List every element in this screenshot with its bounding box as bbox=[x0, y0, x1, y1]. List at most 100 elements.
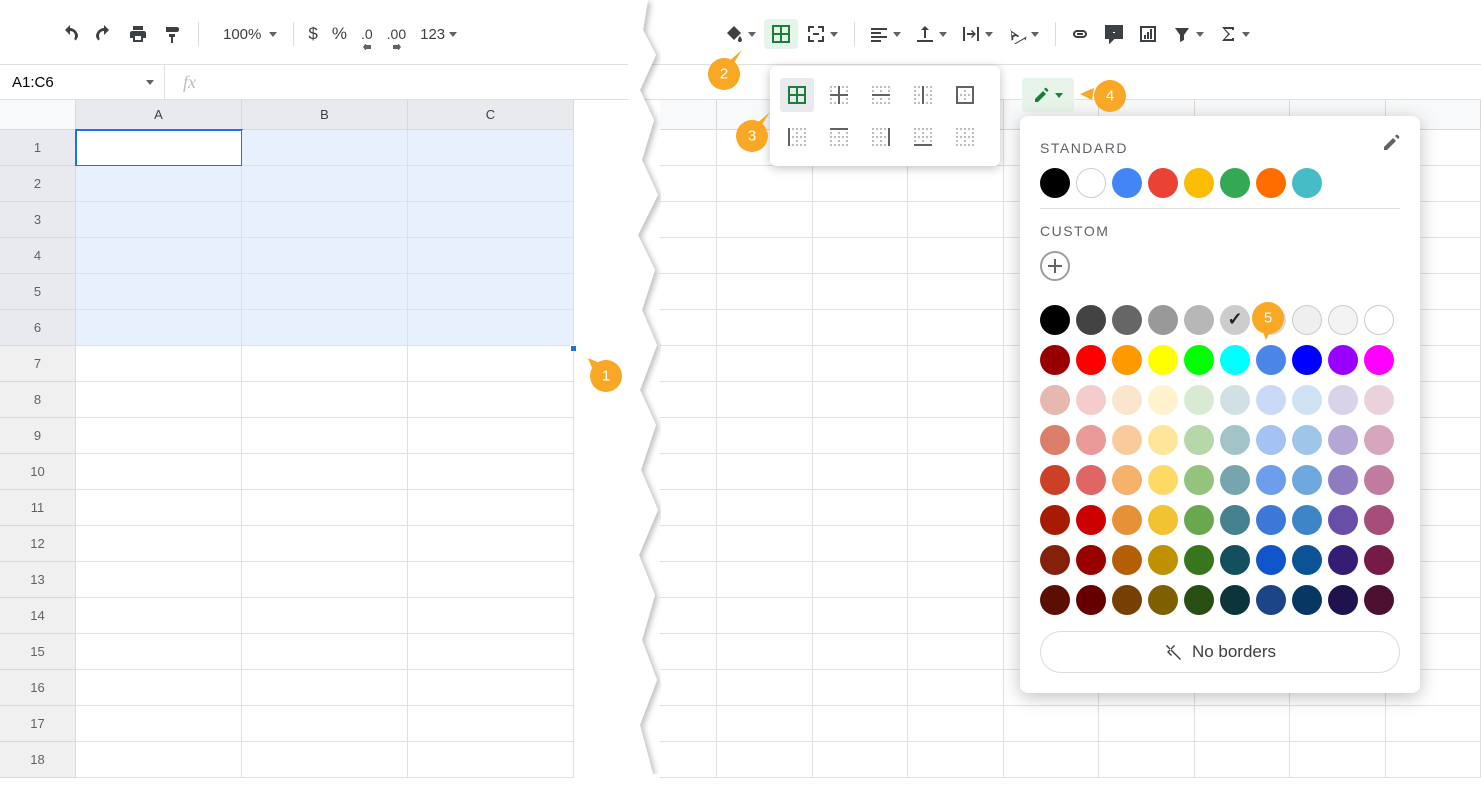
currency-button[interactable]: $ bbox=[302, 19, 323, 49]
cell[interactable] bbox=[813, 310, 908, 346]
cell[interactable] bbox=[1195, 742, 1290, 778]
color-swatch[interactable] bbox=[1112, 385, 1142, 415]
border-all-button[interactable] bbox=[780, 78, 814, 112]
cell[interactable] bbox=[908, 238, 1003, 274]
fill-color-button[interactable] bbox=[718, 19, 762, 49]
color-swatch[interactable] bbox=[1040, 465, 1070, 495]
color-swatch[interactable] bbox=[1292, 168, 1322, 198]
color-swatch[interactable] bbox=[1040, 585, 1070, 615]
cell[interactable] bbox=[717, 490, 812, 526]
percent-button[interactable]: % bbox=[326, 19, 353, 49]
cell[interactable] bbox=[813, 202, 908, 238]
color-swatch[interactable] bbox=[1364, 545, 1394, 575]
cell[interactable] bbox=[660, 454, 717, 490]
color-swatch[interactable] bbox=[1148, 168, 1178, 198]
cell[interactable] bbox=[660, 310, 717, 346]
cell[interactable] bbox=[717, 706, 812, 742]
color-swatch[interactable] bbox=[1040, 345, 1070, 375]
cell[interactable] bbox=[660, 670, 717, 706]
color-swatch[interactable] bbox=[1364, 305, 1394, 335]
color-swatch[interactable] bbox=[1148, 425, 1178, 455]
cell[interactable] bbox=[813, 742, 908, 778]
redo-button[interactable] bbox=[88, 19, 120, 49]
color-swatch[interactable] bbox=[1220, 505, 1250, 535]
cell[interactable] bbox=[76, 706, 242, 742]
color-swatch[interactable] bbox=[1220, 385, 1250, 415]
cell[interactable] bbox=[908, 202, 1003, 238]
cell[interactable] bbox=[76, 670, 242, 706]
cell[interactable] bbox=[408, 598, 574, 634]
cell[interactable] bbox=[242, 202, 408, 238]
cell[interactable] bbox=[242, 274, 408, 310]
cell[interactable] bbox=[660, 130, 717, 166]
more-formats-dropdown[interactable]: 123 bbox=[414, 19, 463, 49]
cell[interactable] bbox=[408, 310, 574, 346]
cell[interactable] bbox=[242, 310, 408, 346]
cell[interactable] bbox=[408, 382, 574, 418]
cell[interactable] bbox=[408, 418, 574, 454]
cell[interactable] bbox=[1386, 706, 1481, 742]
color-swatch[interactable] bbox=[1292, 545, 1322, 575]
color-swatch[interactable] bbox=[1220, 345, 1250, 375]
cell[interactable] bbox=[242, 238, 408, 274]
borders-button[interactable] bbox=[764, 19, 798, 49]
cell[interactable] bbox=[76, 742, 242, 778]
color-swatch[interactable] bbox=[1220, 585, 1250, 615]
cell[interactable] bbox=[813, 238, 908, 274]
color-swatch[interactable] bbox=[1256, 585, 1286, 615]
cell[interactable] bbox=[717, 670, 812, 706]
border-right-button[interactable] bbox=[864, 120, 898, 154]
color-swatch[interactable] bbox=[1184, 305, 1214, 335]
cell[interactable] bbox=[408, 274, 574, 310]
print-button[interactable] bbox=[122, 19, 154, 49]
cell[interactable] bbox=[242, 166, 408, 202]
cell[interactable] bbox=[660, 490, 717, 526]
color-swatch[interactable] bbox=[1076, 345, 1106, 375]
row-header[interactable]: 16 bbox=[0, 670, 76, 706]
cell[interactable] bbox=[908, 526, 1003, 562]
cell[interactable] bbox=[408, 454, 574, 490]
zoom-dropdown[interactable]: 100% bbox=[207, 19, 283, 49]
color-swatch[interactable] bbox=[1040, 385, 1070, 415]
cell[interactable] bbox=[717, 418, 812, 454]
color-swatch[interactable] bbox=[1256, 168, 1286, 198]
color-swatch[interactable] bbox=[1112, 465, 1142, 495]
cell[interactable] bbox=[660, 202, 717, 238]
row-header[interactable]: 11 bbox=[0, 490, 76, 526]
cell[interactable] bbox=[908, 670, 1003, 706]
border-color-dropdown[interactable] bbox=[1022, 78, 1074, 112]
text-rotation-button[interactable] bbox=[1001, 19, 1045, 49]
name-box[interactable] bbox=[0, 65, 165, 99]
row-header[interactable]: 1 bbox=[0, 130, 76, 166]
color-swatch[interactable] bbox=[1148, 585, 1178, 615]
cell[interactable] bbox=[76, 238, 242, 274]
cell[interactable] bbox=[408, 562, 574, 598]
add-custom-color-button[interactable] bbox=[1040, 251, 1070, 281]
cell[interactable] bbox=[242, 418, 408, 454]
cell[interactable] bbox=[242, 382, 408, 418]
color-swatch[interactable] bbox=[1328, 305, 1358, 335]
cell[interactable] bbox=[242, 490, 408, 526]
color-swatch[interactable] bbox=[1040, 425, 1070, 455]
column-header[interactable]: C bbox=[408, 100, 574, 130]
color-swatch[interactable] bbox=[1184, 505, 1214, 535]
cell[interactable] bbox=[76, 382, 242, 418]
insert-link-button[interactable] bbox=[1064, 19, 1096, 49]
cell[interactable] bbox=[242, 346, 408, 382]
cell[interactable] bbox=[813, 526, 908, 562]
border-top-button[interactable] bbox=[822, 120, 856, 154]
color-swatch[interactable] bbox=[1328, 505, 1358, 535]
cell[interactable] bbox=[1004, 742, 1099, 778]
cell[interactable] bbox=[76, 166, 242, 202]
color-swatch[interactable] bbox=[1256, 505, 1286, 535]
color-swatch[interactable] bbox=[1076, 585, 1106, 615]
cell[interactable] bbox=[76, 562, 242, 598]
color-swatch[interactable] bbox=[1184, 585, 1214, 615]
cell[interactable] bbox=[813, 454, 908, 490]
cell[interactable] bbox=[660, 418, 717, 454]
cell[interactable] bbox=[76, 634, 242, 670]
row-header[interactable]: 8 bbox=[0, 382, 76, 418]
cell[interactable] bbox=[408, 130, 574, 166]
cell[interactable] bbox=[660, 706, 717, 742]
selection-handle[interactable] bbox=[570, 345, 577, 352]
